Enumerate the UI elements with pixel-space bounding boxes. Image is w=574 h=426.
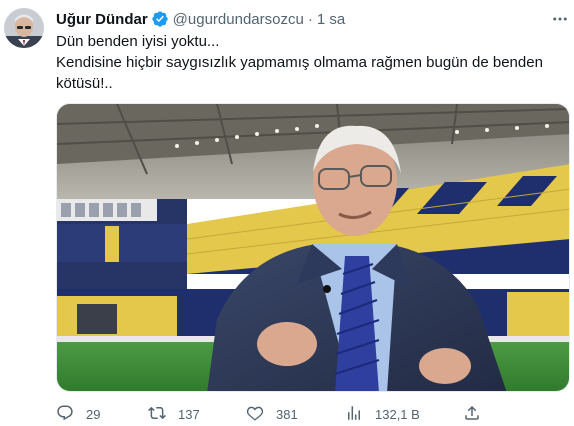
tweet-text: Dün benden iyisi yoktu... Kendisine hiçb… xyxy=(56,31,566,94)
views-count: 132,1 B xyxy=(375,406,420,422)
like-count: 381 xyxy=(276,406,298,422)
retweet-button[interactable]: 137 xyxy=(148,404,200,424)
like-icon xyxy=(246,404,264,425)
tweet-actions: 29 137 381 132,1 B xyxy=(56,404,486,424)
tweet-header: Uğur Dündar @ugurdundarsozcu · 1 sa xyxy=(56,9,345,29)
tweet-line-1: Dün benden iyisi yoktu... xyxy=(56,33,220,50)
tweet-timestamp[interactable]: 1 sa xyxy=(317,11,345,28)
author-handle[interactable]: @ugurdundarsozcu xyxy=(173,11,304,28)
share-button[interactable] xyxy=(463,404,481,424)
author-name[interactable]: Uğur Dündar xyxy=(56,11,148,28)
like-button[interactable]: 381 xyxy=(246,404,298,424)
author-avatar[interactable] xyxy=(4,8,44,48)
share-icon xyxy=(463,404,481,425)
verified-badge-icon xyxy=(151,10,169,28)
retweet-icon xyxy=(148,404,166,425)
tweet-media-image[interactable] xyxy=(56,103,570,392)
reply-count: 29 xyxy=(86,406,101,422)
views-button[interactable]: 132,1 B xyxy=(345,404,420,424)
separator-dot: · xyxy=(307,10,313,28)
tweet-line-2: Kendisine hiçbir saygısızlık yapmamış ol… xyxy=(56,54,548,92)
more-icon[interactable] xyxy=(549,10,571,28)
reply-button[interactable]: 29 xyxy=(56,404,100,424)
views-icon xyxy=(345,404,363,425)
reply-icon xyxy=(56,404,74,425)
retweet-count: 137 xyxy=(178,406,200,422)
